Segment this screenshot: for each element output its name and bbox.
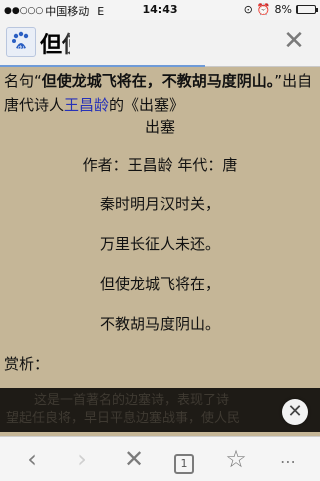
intro-prefix: 名句“ [4, 72, 42, 90]
poem-line: 不教胡马度阴山。 [99, 315, 220, 333]
poem-line: 万里长征人未还。 [99, 235, 220, 253]
menu-dots-icon: ⋯ [280, 452, 296, 471]
poem-meta: 作者：王昌龄 年代：唐 [82, 156, 238, 174]
banner-text: 这是一首著名的边塞诗，表现了诗 望起任良将，早日平息边塞战事，使人民 [6, 392, 306, 428]
rotation-lock-icon: ⊙ [243, 3, 253, 16]
famous-quote: 但使龙城飞将在，不教胡马度阴山。 [41, 72, 275, 90]
poem-line: 但使龙城飞将在， [99, 275, 220, 293]
overlay-banner[interactable]: 这是一首著名的边塞诗，表现了诗 望起任良将，早日平息边塞战事，使人民 [0, 388, 320, 432]
back-button[interactable]: ‹ [18, 445, 46, 473]
menu-button[interactable]: ⋯ [274, 445, 302, 473]
article-intro: 名句“但使龙城飞将在，不教胡马度阴山。”出自唐代诗人王昌龄的《出塞》 [4, 69, 316, 117]
poet-link[interactable]: 王昌龄 [64, 96, 109, 114]
baidu-paw-icon[interactable]: du [6, 27, 36, 57]
alarm-icon: ⏰ [256, 3, 271, 16]
title-bar: du 但使 ✕ [0, 20, 320, 67]
bottom-toolbar: ‹ › ✕ 1 ☆ ⋯ [0, 436, 320, 481]
intro-suffix: 的《出塞》 [109, 96, 185, 114]
appraisal-label: 赏析： [4, 355, 50, 373]
tabs-button[interactable]: 1 [170, 445, 198, 474]
title-fade [62, 24, 92, 60]
banner-close-icon[interactable]: ✕ [282, 399, 308, 425]
article-content: 名句“但使龙城飞将在，不教胡马度阴山。”出自唐代诗人王昌龄的《出塞》 出塞 作者… [0, 67, 320, 387]
chevron-left-icon: ‹ [27, 445, 37, 473]
battery-percent: 8% [274, 3, 292, 16]
bookmark-button[interactable]: ☆ [222, 445, 250, 473]
chevron-right-icon: › [77, 445, 87, 473]
poem-title: 出塞 [144, 118, 175, 136]
stop-button[interactable]: ✕ [120, 445, 148, 473]
banner-line: 这是一首著名的边塞诗，表现了诗 [34, 393, 230, 408]
tabs-count: 1 [174, 454, 194, 474]
battery-icon [296, 5, 318, 14]
star-plus-icon: ☆ [225, 445, 247, 473]
poem-line: 秦时明月汉时关， [99, 195, 220, 213]
svg-text:du: du [18, 45, 24, 51]
forward-button[interactable]: › [68, 445, 96, 473]
banner-line: 望起任良将，早日平息边塞战事，使人民 [6, 411, 241, 426]
close-icon[interactable]: ✕ [282, 28, 306, 54]
close-icon: ✕ [123, 445, 145, 473]
status-bar: ●●○○○ 中国移动 E 14:43 ⊙ ⏰ 8% [0, 0, 320, 20]
